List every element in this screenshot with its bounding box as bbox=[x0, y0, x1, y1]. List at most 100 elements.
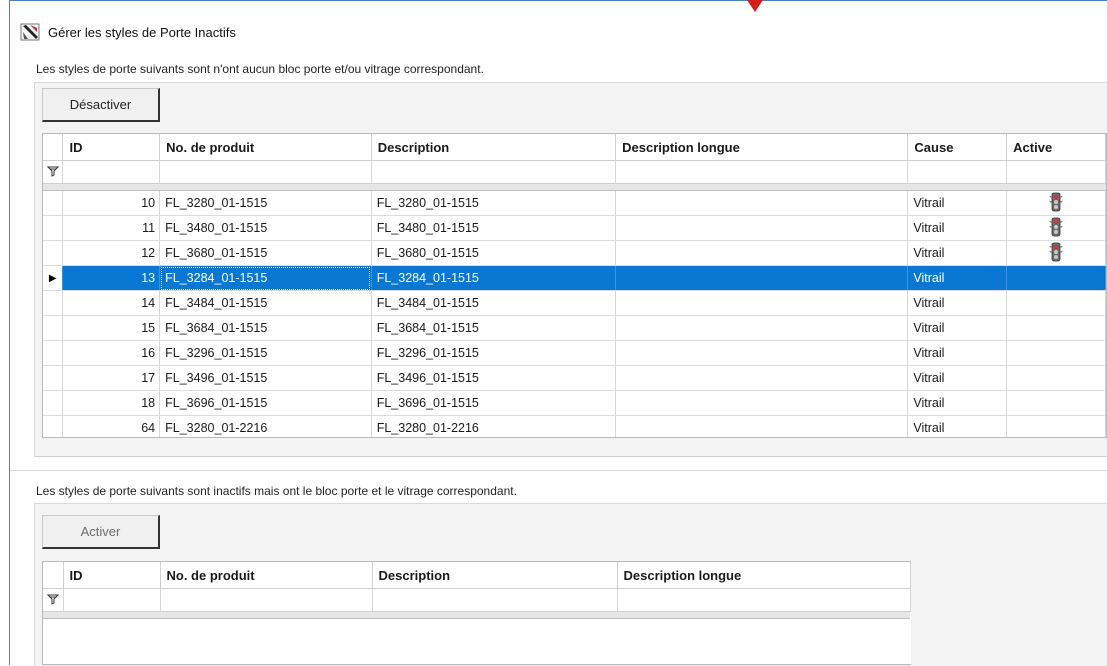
cell-active[interactable] bbox=[1006, 390, 1106, 416]
cell-id[interactable]: 13 bbox=[62, 265, 161, 291]
cell-long-description[interactable] bbox=[615, 265, 909, 291]
cell-active[interactable] bbox=[1006, 265, 1106, 291]
cell-active[interactable] bbox=[1006, 415, 1106, 437]
row-selector[interactable] bbox=[43, 315, 64, 341]
cell-active[interactable] bbox=[1006, 215, 1106, 241]
table-row[interactable]: 17 FL_3496_01-1515 FL_3496_01-1515 Vitrail bbox=[43, 365, 1106, 391]
table-row[interactable]: ▶ 13 FL_3284_01-1515 FL_3284_01-1515 Vitrail bbox=[43, 265, 1106, 291]
grid2-col-header-product[interactable]: No. de produit bbox=[160, 562, 373, 589]
col-header-cause[interactable]: Cause bbox=[907, 134, 1008, 161]
cell-product[interactable]: FL_3280_01-1515 bbox=[159, 190, 372, 216]
table-row[interactable]: 12 FL_3680_01-1515 FL_3680_01-1515 Vitrail bbox=[43, 240, 1106, 266]
row-selector[interactable] bbox=[43, 415, 64, 437]
table-row[interactable]: 16 FL_3296_01-1515 FL_3296_01-1515 Vitrail bbox=[43, 340, 1106, 366]
cell-long-description[interactable] bbox=[615, 365, 909, 391]
filter-input-active[interactable] bbox=[1006, 160, 1106, 184]
cell-description[interactable]: FL_3296_01-1515 bbox=[371, 340, 617, 366]
cell-cause[interactable]: Vitrail bbox=[907, 190, 1008, 216]
cell-product[interactable]: FL_3696_01-1515 bbox=[159, 390, 372, 416]
cell-product[interactable]: FL_3680_01-1515 bbox=[159, 240, 372, 266]
filter-input-product[interactable] bbox=[159, 160, 372, 184]
table-row[interactable]: 11 FL_3480_01-1515 FL_3480_01-1515 Vitrail bbox=[43, 215, 1106, 241]
table-row[interactable]: 15 FL_3684_01-1515 FL_3684_01-1515 Vitrail bbox=[43, 315, 1106, 341]
col-header-description[interactable]: Description bbox=[371, 134, 617, 161]
cell-description[interactable]: FL_3696_01-1515 bbox=[371, 390, 617, 416]
cell-active[interactable] bbox=[1006, 290, 1106, 316]
cell-active[interactable] bbox=[1006, 190, 1106, 216]
row-selector[interactable] bbox=[43, 340, 64, 366]
cell-long-description[interactable] bbox=[615, 190, 909, 216]
col-header-active[interactable]: Active bbox=[1006, 134, 1106, 161]
cell-id[interactable]: 18 bbox=[62, 390, 161, 416]
table-row[interactable]: 14 FL_3484_01-1515 FL_3484_01-1515 Vitrail bbox=[43, 290, 1106, 316]
grid2-filter-input-product[interactable] bbox=[160, 588, 373, 612]
grid2-col-header-long-description[interactable]: Description longue bbox=[617, 562, 911, 589]
grid2-filter-input-description[interactable] bbox=[372, 588, 618, 612]
cell-description[interactable]: FL_3280_01-1515 bbox=[371, 190, 617, 216]
cell-id[interactable]: 16 bbox=[62, 340, 161, 366]
grid-unmatched-styles[interactable]: ID No. de produit Description Descriptio… bbox=[42, 133, 1107, 438]
filter-input-description[interactable] bbox=[371, 160, 617, 184]
cell-id[interactable]: 15 bbox=[62, 315, 161, 341]
cell-description[interactable]: FL_3680_01-1515 bbox=[371, 240, 617, 266]
cell-id[interactable]: 10 bbox=[62, 190, 161, 216]
cell-cause[interactable]: Vitrail bbox=[907, 315, 1008, 341]
grid-inactive-styles[interactable]: ID No. de produit Description Descriptio… bbox=[42, 561, 911, 665]
grid2-filter-input-id[interactable] bbox=[63, 588, 161, 612]
grid2-filter-cell[interactable] bbox=[43, 588, 64, 612]
cell-product[interactable]: FL_3496_01-1515 bbox=[159, 365, 372, 391]
row-selector[interactable]: ▶ bbox=[43, 265, 64, 291]
row-selector[interactable] bbox=[43, 240, 64, 266]
cell-long-description[interactable] bbox=[615, 290, 909, 316]
row-selector[interactable] bbox=[43, 290, 64, 316]
cell-product[interactable]: FL_3280_01-2216 bbox=[159, 415, 372, 437]
activate-button[interactable]: Activer bbox=[42, 515, 160, 549]
col-header-id[interactable]: ID bbox=[62, 134, 161, 161]
filter-cell[interactable] bbox=[43, 160, 64, 184]
col-header-product[interactable]: No. de produit bbox=[159, 134, 372, 161]
cell-cause[interactable]: Vitrail bbox=[907, 240, 1008, 266]
cell-cause[interactable]: Vitrail bbox=[907, 215, 1008, 241]
cell-id[interactable]: 11 bbox=[62, 215, 161, 241]
deactivate-button[interactable]: Désactiver bbox=[42, 88, 160, 122]
table-row[interactable]: 18 FL_3696_01-1515 FL_3696_01-1515 Vitrail bbox=[43, 390, 1106, 416]
cell-description[interactable]: FL_3480_01-1515 bbox=[371, 215, 617, 241]
cell-description[interactable]: FL_3284_01-1515 bbox=[371, 265, 617, 291]
row-selector[interactable] bbox=[43, 390, 64, 416]
cell-active[interactable] bbox=[1006, 240, 1106, 266]
cell-id[interactable]: 64 bbox=[62, 415, 161, 437]
cell-long-description[interactable] bbox=[615, 240, 909, 266]
cell-long-description[interactable] bbox=[615, 215, 909, 241]
cell-product[interactable]: FL_3684_01-1515 bbox=[159, 315, 372, 341]
cell-product[interactable]: FL_3484_01-1515 bbox=[159, 290, 372, 316]
row-selector[interactable] bbox=[43, 365, 64, 391]
cell-description[interactable]: FL_3484_01-1515 bbox=[371, 290, 617, 316]
cell-id[interactable]: 17 bbox=[62, 365, 161, 391]
cell-long-description[interactable] bbox=[615, 340, 909, 366]
cell-product[interactable]: FL_3284_01-1515 bbox=[159, 265, 372, 291]
cell-cause[interactable]: Vitrail bbox=[907, 390, 1008, 416]
table-row[interactable]: 64 FL_3280_01-2216 FL_3280_01-2216 Vitrail bbox=[43, 415, 1106, 437]
grid2-col-header-description[interactable]: Description bbox=[372, 562, 618, 589]
filter-input-long-description[interactable] bbox=[615, 160, 909, 184]
cell-active[interactable] bbox=[1006, 365, 1106, 391]
filter-input-cause[interactable] bbox=[907, 160, 1008, 184]
cell-description[interactable]: FL_3280_01-2216 bbox=[371, 415, 617, 437]
cell-product[interactable]: FL_3296_01-1515 bbox=[159, 340, 372, 366]
cell-cause[interactable]: Vitrail bbox=[907, 340, 1008, 366]
cell-long-description[interactable] bbox=[615, 315, 909, 341]
row-selector[interactable] bbox=[43, 190, 64, 216]
cell-product[interactable]: FL_3480_01-1515 bbox=[159, 215, 372, 241]
table-row[interactable]: 10 FL_3280_01-1515 FL_3280_01-1515 Vitrail bbox=[43, 190, 1106, 216]
cell-cause[interactable]: Vitrail bbox=[907, 415, 1008, 437]
cell-active[interactable] bbox=[1006, 340, 1106, 366]
grid2-filter-input-long-description[interactable] bbox=[617, 588, 911, 612]
cell-id[interactable]: 12 bbox=[62, 240, 161, 266]
cell-cause[interactable]: Vitrail bbox=[907, 365, 1008, 391]
row-selector[interactable] bbox=[43, 215, 64, 241]
filter-input-id[interactable] bbox=[62, 160, 161, 184]
cell-cause[interactable]: Vitrail bbox=[907, 290, 1008, 316]
cell-active[interactable] bbox=[1006, 315, 1106, 341]
cell-cause[interactable]: Vitrail bbox=[907, 265, 1008, 291]
cell-long-description[interactable] bbox=[615, 415, 909, 437]
